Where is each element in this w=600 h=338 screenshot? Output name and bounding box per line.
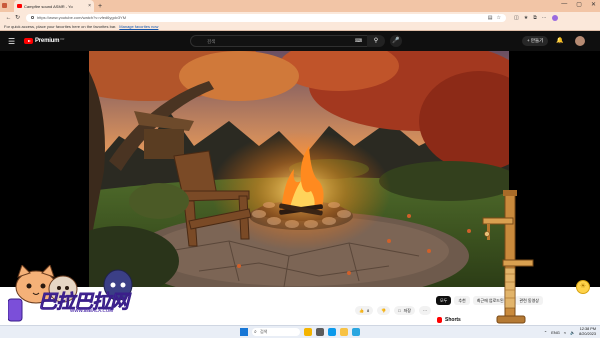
language-indicator[interactable]: ENG	[551, 330, 560, 335]
volume-icon[interactable]: 🔈	[570, 330, 575, 335]
taskbar-apps: 검색	[240, 328, 360, 336]
search-button[interactable]: ⚲	[367, 35, 385, 47]
favorites-icon[interactable]: ★	[524, 15, 528, 21]
refresh-icon[interactable]: ↻	[13, 14, 22, 21]
close-window-button[interactable]: ✕	[591, 1, 596, 8]
save-button[interactable]: □ 저장	[394, 306, 415, 315]
favorites-prompt: For quick access, place your favorites h…	[4, 24, 117, 29]
split-screen-icon[interactable]: ◫	[514, 15, 519, 21]
taskbar-search-input[interactable]: 검색	[252, 328, 300, 336]
tray-chevron-icon[interactable]: ⌃	[544, 330, 547, 335]
cat-scratching-post-widget[interactable]	[475, 190, 535, 325]
profile-avatar-icon[interactable]	[551, 14, 558, 21]
video-actions: 👍 8 👎 □ 저장 ···	[355, 306, 431, 315]
url-text: https://www.youtube.com/watch?v=vfed6ygd…	[37, 15, 127, 20]
read-aloud-icon[interactable]: ▤	[488, 15, 493, 21]
back-arrow-icon[interactable]: ←	[4, 15, 13, 21]
maximize-button[interactable]: ▢	[576, 1, 582, 8]
save-label: 저장	[403, 308, 411, 313]
hamburger-menu-icon[interactable]: ☰	[8, 37, 20, 46]
manage-favorites-link[interactable]: Manage favorites now	[119, 24, 158, 29]
new-tab-button[interactable]: +	[98, 3, 102, 10]
file-explorer-icon[interactable]	[340, 328, 348, 336]
edge-browser-icon[interactable]	[328, 328, 336, 336]
shorts-section-header: Shorts	[437, 317, 461, 323]
browser-tab-strip: Campfire sound ASMR - Yo × + — ▢ ✕	[0, 0, 600, 12]
like-dislike-pill[interactable]: 👍 8	[355, 306, 374, 315]
youtube-play-icon	[24, 38, 33, 44]
logo-region: KR	[60, 37, 65, 41]
shorts-label: Shorts	[445, 317, 461, 323]
address-bar-row: ← ↻ https://www.youtube.com/watch?v=vfed…	[0, 12, 600, 23]
windows-start-icon[interactable]	[240, 328, 248, 336]
minimize-button[interactable]: —	[561, 1, 567, 8]
tab-title: Campfire sound ASMR - Yo	[24, 3, 73, 9]
favorite-star-icon[interactable]: ☆	[497, 15, 501, 21]
notifications-bell-icon[interactable]: 🔔	[556, 37, 563, 44]
youtube-header: ☰ Premium KR 검색 ⌨ ⚲ 🎤 + 만들기 🔔	[0, 31, 600, 51]
wifi-icon[interactable]: ≈	[564, 330, 566, 335]
tab-youtube[interactable]: Campfire sound ASMR - Yo ×	[14, 0, 94, 12]
logo-text: Premium	[35, 38, 60, 44]
tab-close-icon[interactable]: ×	[88, 3, 91, 9]
dislike-button[interactable]: 👎	[377, 306, 391, 315]
system-tray: ⌃ ENG ≈ 🔈 12:38 PM 8/20/2023	[544, 327, 596, 337]
create-button[interactable]: + 만들기	[522, 36, 549, 46]
clock[interactable]: 12:38 PM 8/20/2023	[579, 327, 596, 337]
watermark-subtitle: WWW.88BALA.COM	[70, 308, 113, 313]
chip-recommended[interactable]: 추천	[454, 296, 470, 305]
url-field[interactable]: https://www.youtube.com/watch?v=vfed6ygd…	[26, 13, 506, 22]
chip-all[interactable]: 모두	[436, 296, 452, 305]
collections-icon[interactable]: ⧉	[533, 15, 537, 21]
favorites-bar: For quick access, place your favorites h…	[0, 23, 600, 31]
window-controls: — ▢ ✕	[561, 1, 596, 8]
search-input[interactable]: 검색	[190, 35, 368, 47]
keyboard-icon[interactable]: ⌨	[355, 38, 362, 44]
account-avatar[interactable]	[575, 36, 585, 46]
workspaces-icon[interactable]	[2, 3, 7, 8]
more-menu-icon[interactable]: ⋯	[542, 15, 547, 21]
youtube-premium-logo[interactable]: Premium KR	[24, 37, 65, 44]
tab-actions[interactable]	[2, 3, 7, 8]
lock-icon	[31, 16, 34, 19]
video-player[interactable]	[89, 51, 509, 287]
app-chat-icon[interactable]	[304, 328, 312, 336]
campfire-backyard-scene	[89, 51, 509, 287]
clock-date: 8/20/2023	[579, 332, 596, 336]
bookmark-icon: □	[398, 308, 401, 313]
store-icon[interactable]	[352, 328, 360, 336]
like-count: 8	[366, 308, 370, 313]
voice-search-mic-icon[interactable]: 🎤	[390, 35, 402, 47]
thumbs-down-icon[interactable]: 👎	[381, 306, 386, 315]
shorts-icon	[437, 317, 442, 323]
more-actions-button[interactable]: ···	[419, 306, 431, 315]
task-view-icon[interactable]	[316, 328, 324, 336]
youtube-favicon-icon	[17, 4, 22, 8]
thumbs-up-icon[interactable]: 👍	[359, 306, 364, 315]
sun-toggle-icon[interactable]: ☀	[576, 280, 590, 294]
windows-taskbar: 검색 ⌃ ENG ≈ 🔈 12:38 PM 8/20/2023	[0, 325, 600, 338]
